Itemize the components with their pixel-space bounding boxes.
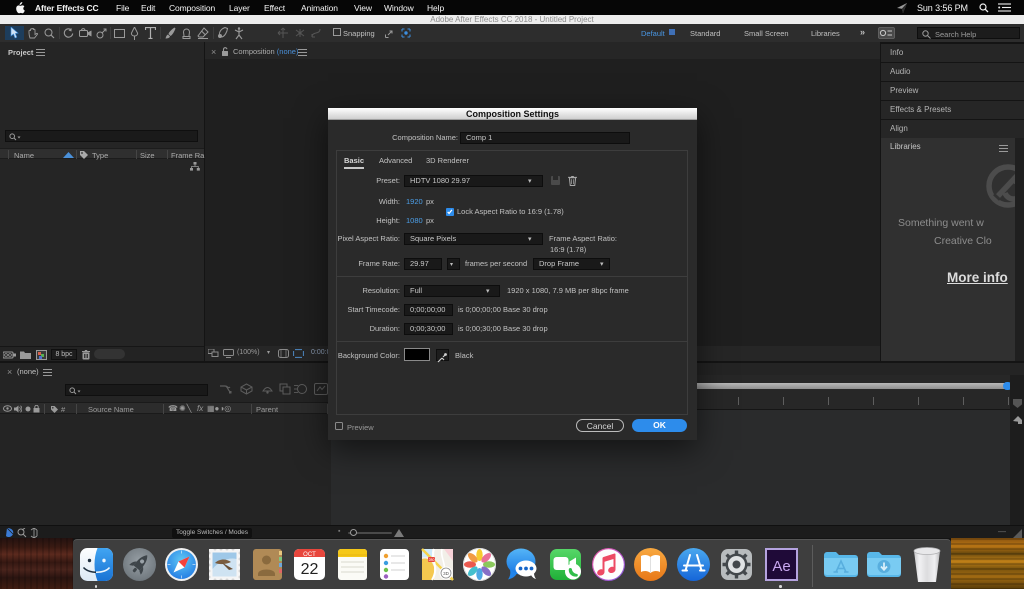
svg-text:3D: 3D: [443, 571, 450, 576]
svg-text:22: 22: [300, 561, 318, 578]
svg-text:OCT: OCT: [303, 552, 316, 558]
svg-text:Ae: Ae: [772, 558, 790, 575]
svg-text:280: 280: [428, 558, 434, 562]
